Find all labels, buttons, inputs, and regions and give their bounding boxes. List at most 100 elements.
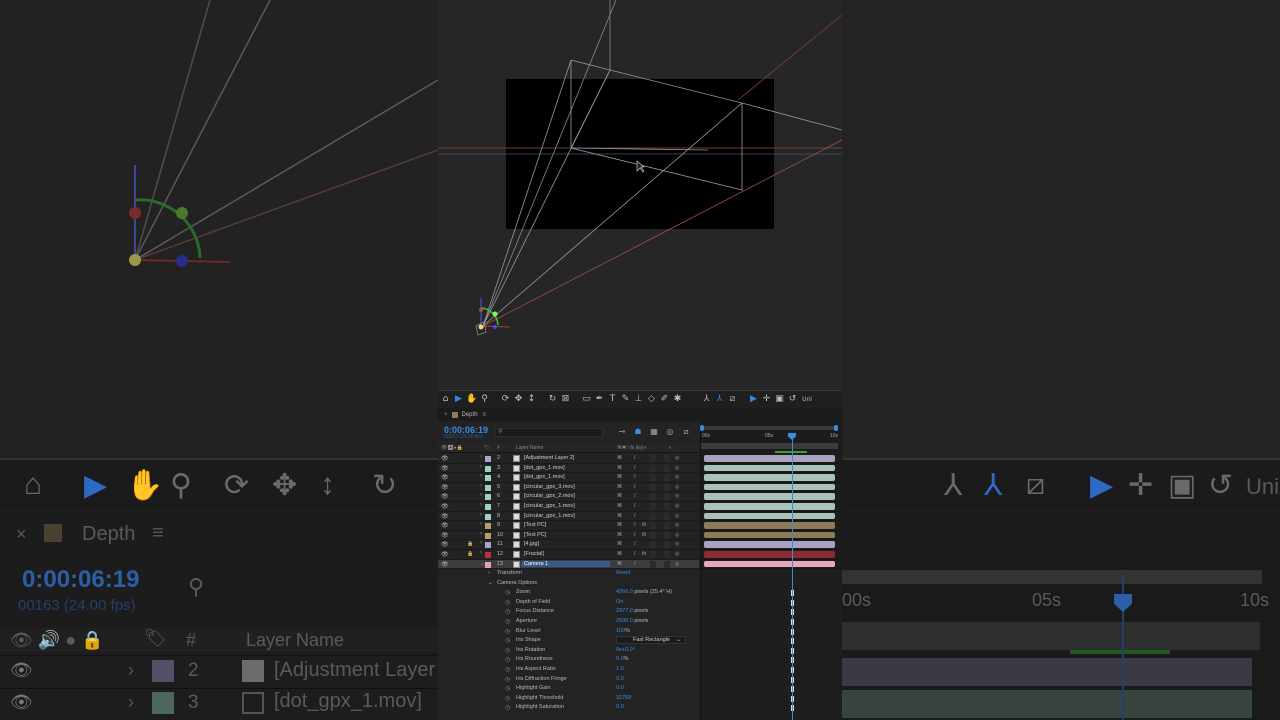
stopwatch-icon[interactable]: ◷: [505, 628, 510, 635]
twirl-icon[interactable]: ›: [480, 521, 482, 527]
value-number[interactable]: 100: [616, 628, 625, 634]
property-group-name[interactable]: Transform: [497, 570, 522, 576]
switch-box-3d[interactable]: [664, 541, 670, 549]
label-color[interactable]: [485, 542, 491, 549]
quality-switch-icon[interactable]: /: [634, 532, 636, 538]
switch-box-3d[interactable]: [664, 502, 670, 510]
type-tool-icon[interactable]: T: [607, 393, 618, 406]
property-row[interactable]: ◷ Iris Diffraction Fringe 0.0: [438, 675, 699, 685]
switch-box[interactable]: [650, 483, 656, 491]
property-value[interactable]: 0.0: [616, 704, 624, 710]
parent-pick-icon[interactable]: ◎: [675, 484, 679, 490]
zoom-tool-icon[interactable]: ⚲: [479, 393, 490, 406]
layer-duration-bar[interactable]: [701, 560, 841, 570]
stopwatch-icon[interactable]: ◷: [505, 618, 510, 625]
parent-pick-icon[interactable]: ◎: [675, 503, 679, 509]
switch-box-3d[interactable]: [664, 455, 670, 462]
label-color[interactable]: [485, 475, 491, 482]
brush-tool-icon[interactable]: ✎: [620, 393, 631, 406]
property-row[interactable]: ◷ Zoom 4266.0 pixels (25.4° H): [438, 588, 699, 598]
home-icon[interactable]: ⌂: [440, 393, 451, 406]
stopwatch-icon[interactable]: ◷: [505, 637, 510, 644]
switch-box-3d[interactable]: [664, 474, 670, 482]
switch-box-3d[interactable]: [664, 512, 670, 520]
twirl-icon[interactable]: ›: [480, 531, 482, 537]
twirl-icon[interactable]: ›: [480, 492, 482, 498]
fx-switch-icon[interactable]: fx: [642, 522, 646, 528]
value-number[interactable]: 2500.0: [616, 618, 633, 624]
switch-box[interactable]: [650, 512, 656, 520]
parent-pick-icon[interactable]: ◎: [675, 465, 679, 471]
eye-icon[interactable]: 👁: [441, 551, 449, 558]
shy-icon[interactable]: ⌘: [617, 493, 622, 499]
switch-box[interactable]: [650, 541, 656, 549]
layer-name[interactable]: [circular_gpx_2.mov]: [524, 493, 575, 499]
property-row[interactable]: ◷ Aperture 2500.0 pixels: [438, 617, 699, 627]
reset-link[interactable]: Reset: [616, 570, 630, 576]
layer-name[interactable]: [circular_gpx_1.mov]: [524, 503, 575, 509]
quality-switch-icon[interactable]: /: [634, 465, 636, 471]
shy-icon[interactable]: ⌘: [617, 561, 622, 567]
eye-icon[interactable]: 👁: [441, 455, 449, 462]
label-color[interactable]: [485, 494, 491, 501]
quality-switch-icon[interactable]: /: [634, 551, 636, 557]
shy-icon[interactable]: ⌘: [617, 484, 622, 490]
switch-box-3d[interactable]: [664, 483, 670, 491]
timeline-graph[interactable]: 00s 05s 10s: [700, 421, 842, 720]
motion-blur-icon[interactable]: ◎: [662, 427, 678, 437]
snap-undo-icon[interactable]: ↺: [787, 393, 798, 406]
property-row[interactable]: ◷ Highlight Gain 0.0: [438, 684, 699, 694]
shy-icon[interactable]: ⌘: [617, 455, 622, 461]
stopwatch-icon[interactable]: ◷: [505, 666, 510, 673]
twirl-icon[interactable]: ›: [480, 454, 482, 460]
layer-duration-bar[interactable]: [701, 502, 841, 512]
parent-pick-icon[interactable]: ◎: [675, 455, 679, 461]
switch-box[interactable]: [650, 455, 656, 462]
layer-row[interactable]: 👁 🔒 › 11 [4.jpg] ⌘ / ◎: [438, 540, 699, 550]
layer-duration-bar[interactable]: [701, 492, 841, 502]
shy-icon[interactable]: ⌘: [617, 465, 622, 471]
switch-box[interactable]: [650, 474, 656, 482]
puppet-pin-icon[interactable]: ✱: [672, 393, 683, 406]
twirl-icon[interactable]: ›: [480, 550, 482, 556]
selection-tool-icon[interactable]: ▶: [453, 393, 464, 406]
property-row[interactable]: ◷ Focus Distance 2977.0 pixels: [438, 607, 699, 617]
layer-duration-bar[interactable]: [701, 454, 841, 464]
shy-icon[interactable]: ⌘: [617, 474, 622, 480]
value-number[interactable]: 0.0: [616, 704, 624, 710]
fx-switch-icon[interactable]: fx: [642, 532, 646, 538]
stopwatch-icon[interactable]: ◷: [505, 647, 510, 654]
stopwatch-icon[interactable]: ◷: [505, 704, 510, 711]
layer-row[interactable]: 👁 › 9 [Text PC] ⌘ / ◎ fx: [438, 521, 699, 531]
shy-icon[interactable]: ⌘: [617, 541, 622, 547]
twirl-icon[interactable]: ›: [480, 483, 482, 489]
property-value[interactable]: 0.0: [616, 685, 624, 691]
layer-name[interactable]: [Adjustment Layer 2]: [524, 455, 574, 461]
axis-world-icon[interactable]: ⅄: [714, 393, 725, 406]
shy-icon[interactable]: ⌘: [617, 513, 622, 519]
layer-row[interactable]: 👁 › 6 [circular_gpx_2.mov] ⌘ / ◎: [438, 492, 699, 502]
switch-box[interactable]: [650, 464, 656, 472]
switch-box[interactable]: [650, 531, 656, 539]
eye-icon[interactable]: 👁: [441, 532, 449, 539]
stopwatch-icon[interactable]: ◷: [505, 608, 510, 615]
rotation-tool-icon[interactable]: ↻: [547, 393, 558, 406]
layer-name[interactable]: [circular_gpx_3.mov]: [524, 484, 575, 490]
panel-menu-icon[interactable]: ≡: [483, 412, 487, 418]
twirl-icon[interactable]: ›: [480, 473, 482, 479]
shy-icon[interactable]: ⌘: [617, 532, 622, 538]
stopwatch-icon[interactable]: ◷: [505, 676, 510, 683]
layer-duration-bar[interactable]: [701, 550, 841, 560]
stopwatch-icon[interactable]: ◷: [505, 695, 510, 702]
graph-editor-icon[interactable]: ⧄: [678, 427, 694, 437]
axis-local-icon[interactable]: ⅄: [701, 393, 712, 406]
switch-box-3d[interactable]: [664, 493, 670, 501]
layer-duration-bar[interactable]: [701, 531, 841, 541]
layer-name[interactable]: [dot_gpx_1.mov]: [524, 474, 565, 480]
property-value[interactable]: 2977.0 pixels: [616, 608, 648, 614]
camera-gizmo[interactable]: [475, 298, 511, 336]
property-value[interactable]: 1.0: [616, 666, 624, 672]
layer-duration-bar[interactable]: [701, 512, 841, 522]
time-ruler[interactable]: 00s 05s 10s: [701, 431, 841, 443]
property-value[interactable]: 4266.0 pixels (25.4° H): [616, 589, 672, 595]
